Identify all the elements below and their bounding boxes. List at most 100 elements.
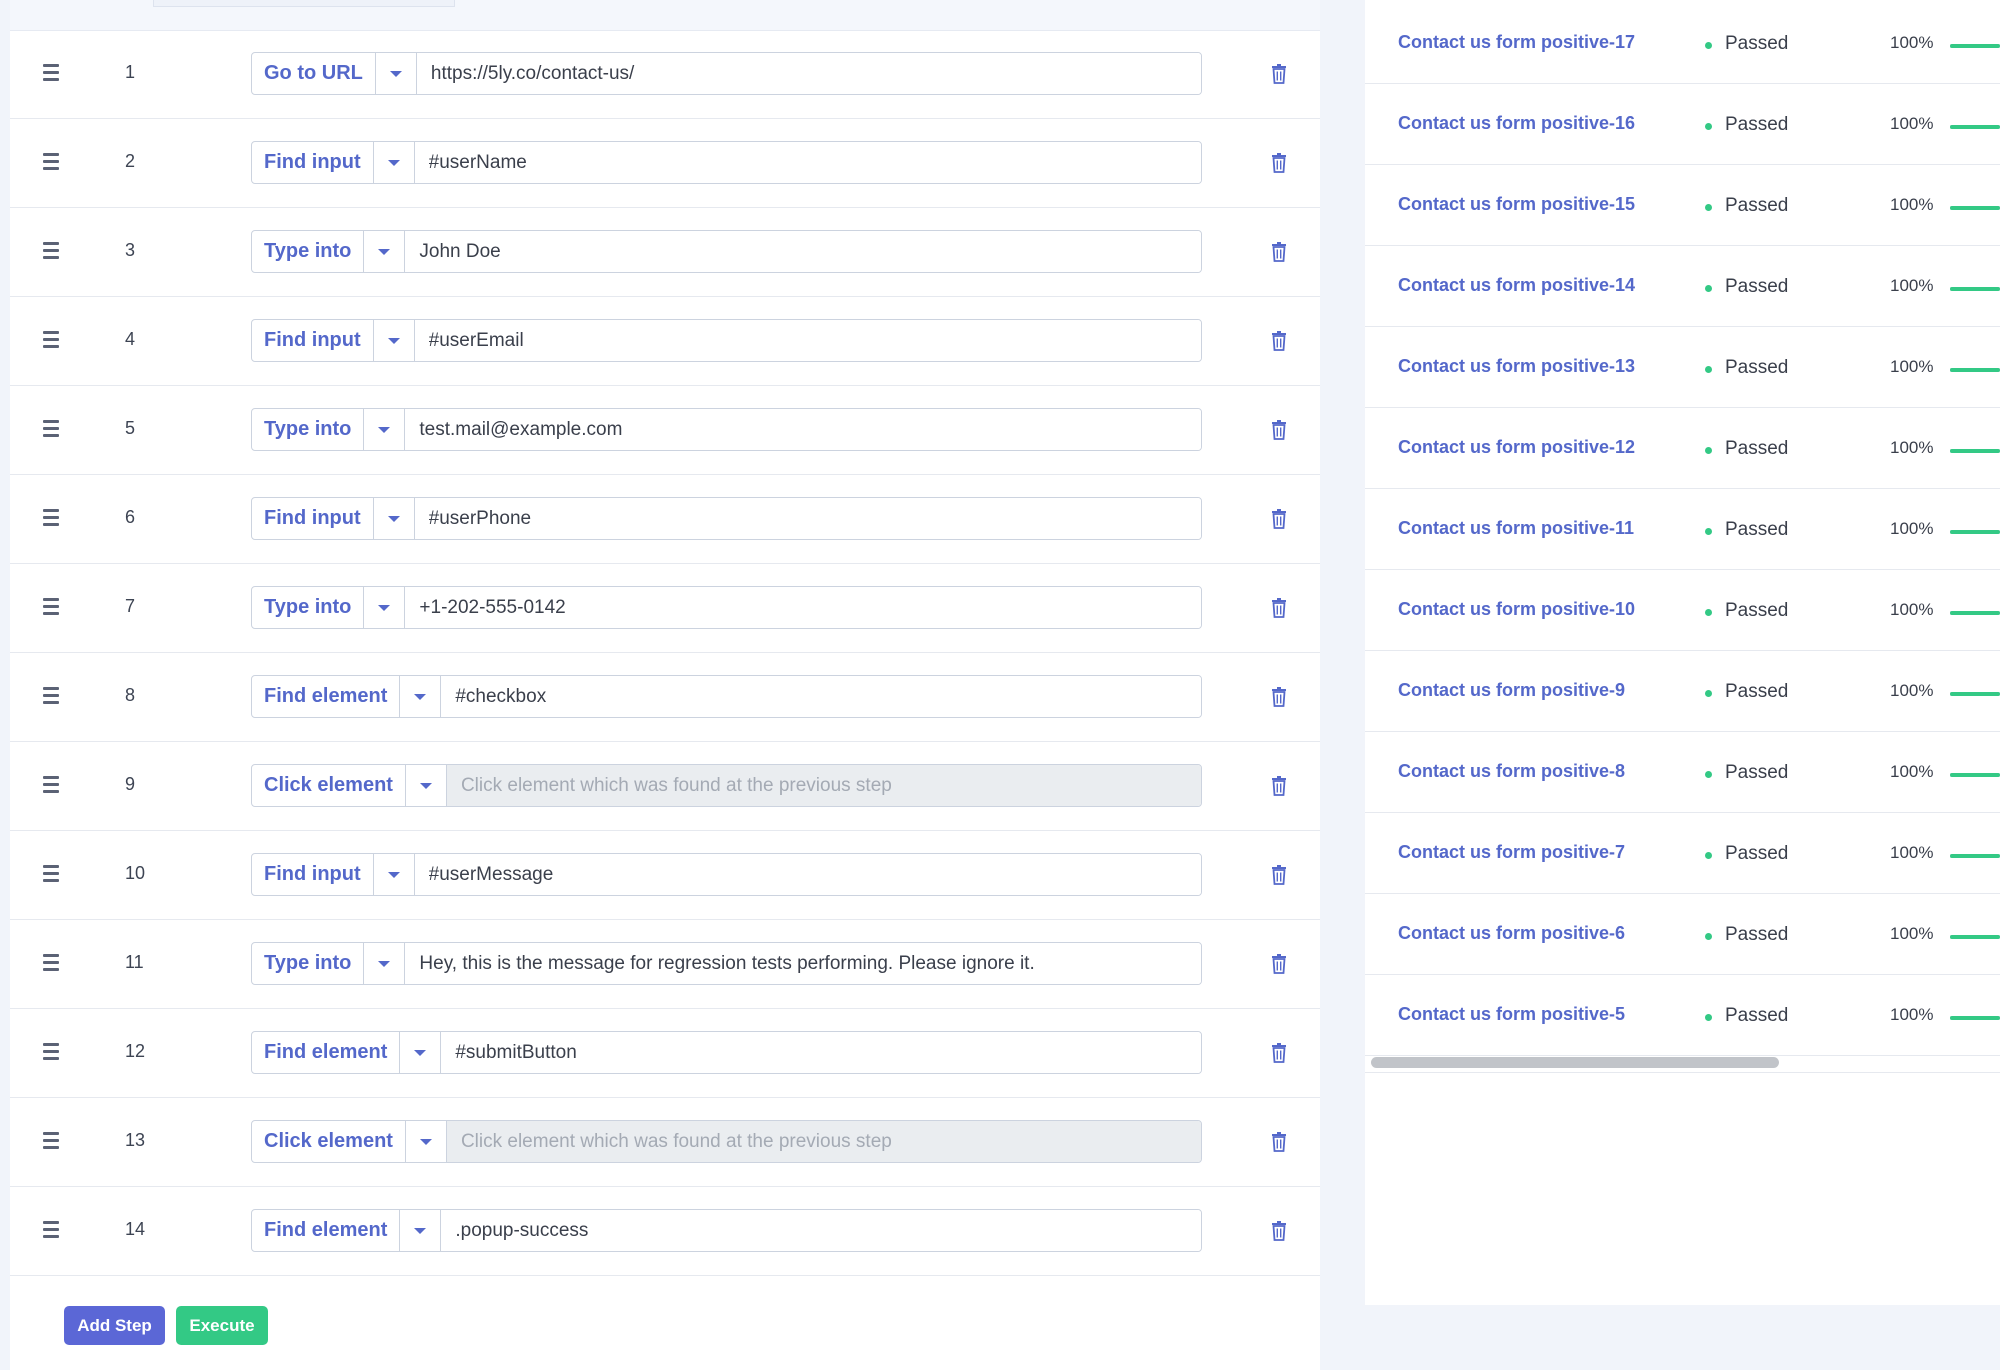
test-run-link[interactable]: Contact us form positive-10	[1398, 599, 1635, 620]
step-value-input[interactable]	[414, 854, 1201, 895]
drag-handle-icon[interactable]	[43, 865, 59, 882]
test-run-link[interactable]: Contact us form positive-7	[1398, 842, 1625, 863]
steps-panel: 1 Go to URL 2 Find input 3	[10, 0, 1320, 1370]
caret-down-icon[interactable]	[374, 498, 415, 539]
horizontal-scrollbar[interactable]	[1365, 1052, 2000, 1073]
action-type-label[interactable]: Type into	[252, 231, 365, 272]
test-run-link[interactable]: Contact us form positive-6	[1398, 923, 1625, 944]
caret-down-icon[interactable]	[400, 676, 442, 717]
trash-icon[interactable]	[1271, 1132, 1287, 1152]
drag-handle-icon[interactable]	[43, 776, 59, 793]
drag-handle-icon[interactable]	[43, 954, 59, 971]
action-type-label[interactable]: Type into	[252, 587, 365, 628]
caret-down-icon[interactable]	[374, 142, 415, 183]
caret-down-icon[interactable]	[406, 765, 447, 806]
caret-down-icon[interactable]	[376, 53, 417, 94]
step-value-input[interactable]	[416, 53, 1201, 94]
caret-down-icon[interactable]	[364, 231, 406, 272]
step-value-input[interactable]	[414, 498, 1201, 539]
action-type-label[interactable]: Click element	[252, 1121, 406, 1162]
trash-icon[interactable]	[1271, 331, 1287, 351]
caret-down-icon[interactable]	[374, 320, 415, 361]
step-number: 12	[125, 1041, 146, 1061]
drag-handle-icon[interactable]	[43, 1043, 59, 1060]
step-value-input[interactable]	[405, 409, 1201, 450]
test-run-link[interactable]: Contact us form positive-13	[1398, 356, 1635, 377]
step-value-input[interactable]	[405, 943, 1201, 984]
step-value-input[interactable]	[446, 765, 1201, 806]
step-action-group: Find input	[251, 141, 1202, 184]
top-tab[interactable]	[153, 0, 455, 7]
action-type-label[interactable]: Find element	[252, 1032, 401, 1073]
step-value-input[interactable]	[441, 1032, 1201, 1073]
trash-icon[interactable]	[1271, 1043, 1287, 1063]
step-value-input[interactable]	[446, 1121, 1201, 1162]
action-type-label[interactable]: Find input	[252, 498, 374, 539]
scrollbar-thumb[interactable]	[1371, 1057, 1779, 1068]
trash-icon[interactable]	[1271, 598, 1287, 618]
drag-handle-icon[interactable]	[43, 687, 59, 704]
caret-down-icon[interactable]	[364, 409, 406, 450]
progress-bar	[1950, 206, 2000, 210]
caret-down-icon[interactable]	[374, 854, 415, 895]
test-run-link[interactable]: Contact us form positive-14	[1398, 275, 1635, 296]
action-type-label[interactable]: Find element	[252, 1210, 401, 1251]
test-run-link[interactable]: Contact us form positive-12	[1398, 437, 1635, 458]
step-value-input[interactable]	[441, 1210, 1201, 1251]
step-value-input[interactable]	[405, 587, 1201, 628]
step-value-input[interactable]	[405, 231, 1201, 272]
action-type-label[interactable]: Type into	[252, 409, 365, 450]
status-dot-icon	[1705, 690, 1712, 697]
trash-icon[interactable]	[1271, 776, 1287, 796]
trash-icon[interactable]	[1271, 420, 1287, 440]
test-run-link[interactable]: Contact us form positive-5	[1398, 1004, 1625, 1025]
drag-handle-icon[interactable]	[43, 1221, 59, 1238]
step-value-input[interactable]	[414, 142, 1201, 183]
test-run-link[interactable]: Contact us form positive-9	[1398, 680, 1625, 701]
trash-icon[interactable]	[1271, 865, 1287, 885]
trash-icon[interactable]	[1271, 153, 1287, 173]
caret-down-icon[interactable]	[364, 587, 406, 628]
trash-icon[interactable]	[1271, 509, 1287, 529]
action-type-label[interactable]: Find element	[252, 676, 401, 717]
drag-handle-icon[interactable]	[43, 598, 59, 615]
drag-handle-icon[interactable]	[43, 242, 59, 259]
trash-icon[interactable]	[1271, 687, 1287, 707]
drag-handle-icon[interactable]	[43, 420, 59, 437]
drag-handle-icon[interactable]	[43, 509, 59, 526]
action-type-label[interactable]: Type into	[252, 943, 365, 984]
step-value-input[interactable]	[441, 676, 1201, 717]
drag-handle-icon[interactable]	[43, 1132, 59, 1149]
test-run-link[interactable]: Contact us form positive-15	[1398, 194, 1635, 215]
drag-handle-icon[interactable]	[43, 153, 59, 170]
action-type-label[interactable]: Click element	[252, 765, 406, 806]
progress-bar	[1950, 287, 2000, 291]
test-run-link[interactable]: Contact us form positive-8	[1398, 761, 1625, 782]
test-run-link[interactable]: Contact us form positive-11	[1398, 518, 1634, 539]
caret-down-icon[interactable]	[364, 943, 406, 984]
test-run-link[interactable]: Contact us form positive-17	[1398, 32, 1635, 53]
step-row: 12 Find element	[10, 1009, 1320, 1098]
caret-down-icon[interactable]	[400, 1210, 442, 1251]
caret-down-icon[interactable]	[400, 1032, 442, 1073]
result-row: Contact us form positive-6 Passed 100%	[1365, 894, 2000, 975]
trash-icon[interactable]	[1271, 1221, 1287, 1241]
trash-icon[interactable]	[1271, 64, 1287, 84]
progress-fill	[1950, 692, 2000, 696]
drag-handle-icon[interactable]	[43, 64, 59, 81]
drag-handle-icon[interactable]	[43, 331, 59, 348]
status-dot-icon	[1705, 933, 1712, 940]
progress-fill	[1950, 44, 2000, 48]
caret-down-icon[interactable]	[406, 1121, 447, 1162]
action-type-label[interactable]: Find input	[252, 854, 374, 895]
action-type-label[interactable]: Find input	[252, 320, 374, 361]
trash-icon[interactable]	[1271, 954, 1287, 974]
step-value-input[interactable]	[414, 320, 1201, 361]
execute-button[interactable]: Execute	[176, 1306, 268, 1345]
trash-icon[interactable]	[1271, 242, 1287, 262]
test-run-link[interactable]: Contact us form positive-16	[1398, 113, 1635, 134]
action-type-label[interactable]: Find input	[252, 142, 374, 183]
result-row: Contact us form positive-12 Passed 100%	[1365, 408, 2000, 489]
action-type-label[interactable]: Go to URL	[252, 53, 376, 94]
add-step-button[interactable]: Add Step	[64, 1306, 165, 1345]
